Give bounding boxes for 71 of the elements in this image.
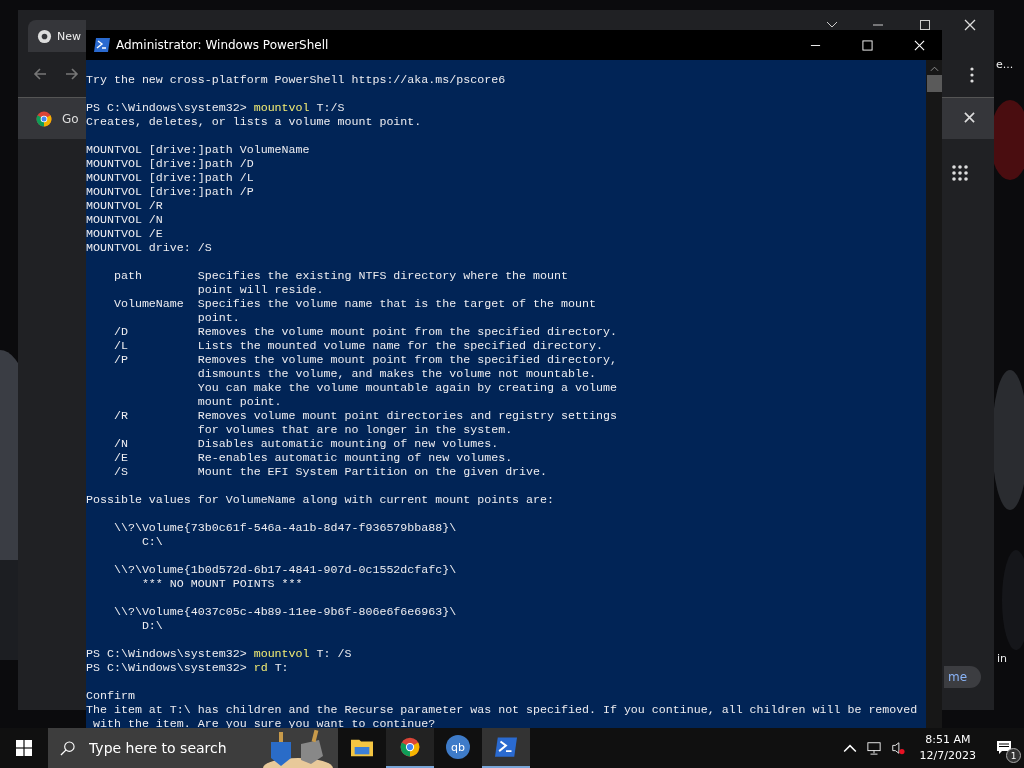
console-line: path Specifies the existing NTFS directory where the mount xyxy=(112,269,569,283)
console-line: MOUNTVOL [drive:]path /P xyxy=(86,185,255,199)
console-line: MOUNTVOL [drive:]path /D xyxy=(86,157,255,171)
console-line: point will reside. xyxy=(196,283,325,297)
console-line: MOUNTVOL /N xyxy=(86,213,164,227)
close-icon[interactable] xyxy=(964,112,975,123)
scroll-up-icon[interactable] xyxy=(929,66,939,72)
console-line: MOUNTVOL /R xyxy=(86,199,164,213)
bookmark-link[interactable]: Go xyxy=(62,111,79,126)
console-line: MOUNTVOL /E xyxy=(86,227,164,241)
console-line: The item at T:\ has children and the Recurse parameter was not specified. If you continue, all children will be removed xyxy=(86,703,919,717)
apps-grid-icon[interactable] xyxy=(952,165,968,181)
notification-badge: 1 xyxy=(1006,748,1021,763)
menu-icon[interactable] xyxy=(970,67,974,83)
sidebar-button[interactable]: me xyxy=(944,666,982,688)
console-line: MOUNTVOL [drive:]path VolumeName xyxy=(86,143,311,157)
console-line: /R Removes volume mount point directories and registry settings xyxy=(112,409,618,423)
scrollbar-thumb[interactable] xyxy=(926,75,942,92)
console-line: VolumeName Specifies the volume name that is the target of the mount xyxy=(112,297,597,311)
taskbar-app[interactable]: qb xyxy=(434,728,482,768)
console-line: \\?\Volume{4037c05c-4b89-11ee-9b6f-806e6f6e6963}\ xyxy=(112,605,458,619)
console-line: dismounts the volume, and makes the volume not mountable. xyxy=(196,367,597,381)
console-line: /S Mount the EFI System Partition on the given drive. xyxy=(112,465,549,479)
terminal-icon xyxy=(94,38,110,52)
search-icon xyxy=(60,740,75,756)
terminal-icon xyxy=(495,737,517,757)
console-line: MOUNTVOL drive: /S xyxy=(86,241,213,255)
clock[interactable]: 8:51 AM 12/7/2023 xyxy=(919,732,976,764)
browser-logo-icon xyxy=(399,737,421,757)
console-line: PS C:\Windows\system32> rd T: xyxy=(86,661,290,675)
console-line: You can make the volume mountable again by creating a volume xyxy=(196,381,618,395)
close-icon[interactable] xyxy=(964,19,976,31)
taskbar-app[interactable] xyxy=(386,728,434,768)
console-line: /E Re-enables automatic mounting of new volumes. xyxy=(112,451,514,465)
taskbar-app[interactable] xyxy=(482,728,530,768)
console-line: \\?\Volume{73b0c61f-546a-4a1b-8d47-f936579bba88}\ xyxy=(112,521,458,535)
folder-icon xyxy=(351,737,373,757)
console-line: mount point. xyxy=(196,395,283,409)
console-line: Try the new cross-platform PowerShell https://aka.ms/pscore6 xyxy=(86,73,507,87)
console-line: PS C:\Windows\system32> mountvol T: /S xyxy=(86,647,353,661)
window-title: Administrator: Windows PowerShell xyxy=(116,38,330,52)
maximize-icon[interactable] xyxy=(919,19,931,31)
network-icon[interactable] xyxy=(866,741,881,755)
muted-speaker-icon[interactable] xyxy=(890,741,905,755)
console-line: *** NO MOUNT POINTS *** xyxy=(140,577,304,591)
forward-icon[interactable] xyxy=(64,66,80,82)
console-line: /N Disables automatic mounting of new volumes. xyxy=(112,437,500,451)
browser-tab[interactable]: New xyxy=(28,20,86,52)
console-line: MOUNTVOL [drive:]path /L xyxy=(86,171,255,185)
console-line: Creates, deletes, or lists a volume mount point. xyxy=(86,115,423,129)
scrollbar[interactable] xyxy=(926,60,942,728)
desktop-icon-label: in xyxy=(997,652,1008,665)
console-line: PS C:\Windows\system32> mountvol T:/S xyxy=(86,101,346,115)
console-line: /D Removes the volume mount point from the specified directory. xyxy=(112,325,618,339)
console-line: \\?\Volume{1b0d572d-6b17-4841-907d-0c1552dcfafc}\ xyxy=(112,563,458,577)
console-line: Confirm xyxy=(86,689,136,703)
console-line: point. xyxy=(196,311,241,325)
console-line: /P Removes the volume mount point from the specified directory, xyxy=(112,353,618,367)
desktop-icon-label: e... xyxy=(996,58,1014,71)
search-field[interactable]: Type here to search xyxy=(87,739,251,757)
console-line: Possible values for VolumeName along with current mount points are: xyxy=(86,493,556,507)
console-line: C:\ xyxy=(140,535,164,549)
search-box[interactable]: Type here to search xyxy=(48,728,338,768)
back-icon[interactable] xyxy=(32,66,48,82)
browser-logo-icon xyxy=(36,110,52,127)
notification-icon[interactable] xyxy=(996,740,1012,756)
console-line: /L Lists the mounted volume name for the specified directory. xyxy=(112,339,604,353)
console-line: for volumes that are no longer in the system. xyxy=(196,423,514,437)
browser-logo-icon xyxy=(37,28,52,44)
windows-logo-icon[interactable] xyxy=(16,740,32,756)
console-line: D:\ xyxy=(140,619,164,633)
